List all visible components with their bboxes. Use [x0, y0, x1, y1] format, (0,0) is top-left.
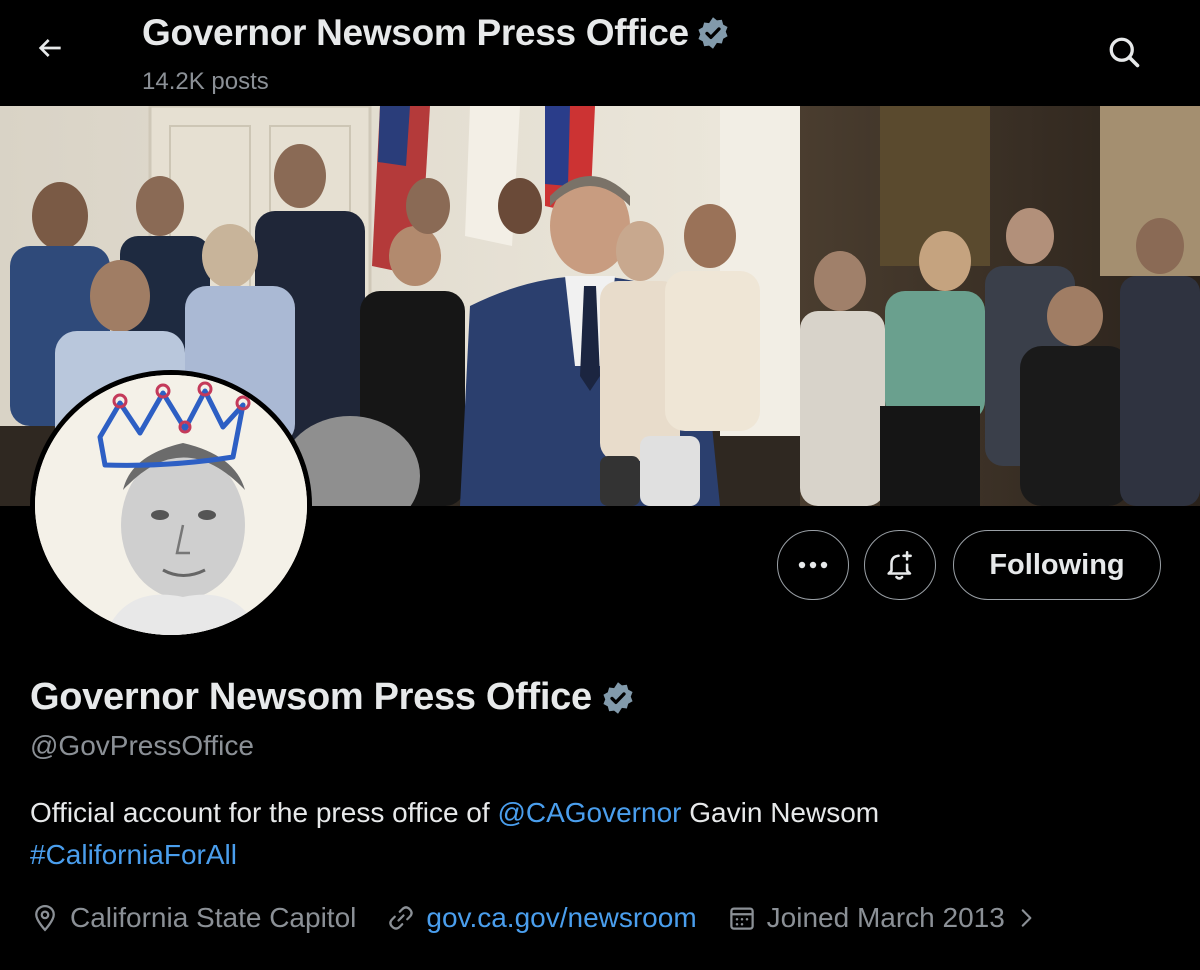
profile-joined[interactable]: Joined March 2013 — [727, 902, 1039, 934]
verified-badge-icon — [698, 17, 728, 49]
profile-bio: Official account for the press office of… — [30, 792, 1170, 876]
avatar-image — [35, 375, 307, 635]
search-icon — [1109, 37, 1140, 68]
profile-avatar[interactable] — [30, 370, 312, 640]
profile-handle: @GovPressOffice — [30, 730, 254, 761]
location-text: California State Capitol — [70, 902, 357, 933]
header-title-text: Governor Newsom Press Office — [142, 12, 689, 53]
notification-bell-icon — [887, 550, 912, 580]
back-arrow-icon — [38, 39, 61, 57]
bio-hashtag-link[interactable]: #CaliforniaForAll — [30, 839, 237, 870]
bio-text-prefix: Official account for the press office of — [30, 797, 498, 828]
location-pin-icon — [35, 904, 55, 932]
profile-meta: California State Capitol gov.ca.gov/news… — [30, 898, 1069, 938]
link-icon — [389, 906, 414, 930]
profile-location: California State Capitol — [30, 902, 356, 934]
following-button[interactable]: Following — [953, 530, 1161, 600]
posts-count: 14.2K posts — [142, 68, 269, 95]
joined-text: Joined March 2013 — [766, 902, 1005, 933]
profile-website: gov.ca.gov/newsroom — [386, 902, 697, 934]
more-icon — [798, 561, 828, 569]
profile-display-name: Governor Newsom Press Office — [30, 676, 636, 719]
more-options-button[interactable] — [777, 530, 849, 600]
verified-badge-icon[interactable] — [600, 680, 636, 716]
chevron-right-icon — [1021, 909, 1032, 927]
search-button[interactable] — [1100, 28, 1148, 76]
header-title: Governor Newsom Press Office — [142, 12, 731, 54]
website-link[interactable]: gov.ca.gov/newsroom — [426, 902, 696, 934]
bio-mention-link[interactable]: @CAGovernor — [497, 797, 681, 828]
top-bar: Governor Newsom Press Office 14.2K posts — [0, 0, 1200, 106]
display-name-text: Governor Newsom Press Office — [30, 676, 592, 718]
notifications-button[interactable] — [864, 530, 936, 600]
calendar-icon — [729, 907, 754, 930]
back-button[interactable] — [28, 26, 72, 70]
bio-text-suffix: Gavin Newsom — [681, 797, 880, 828]
